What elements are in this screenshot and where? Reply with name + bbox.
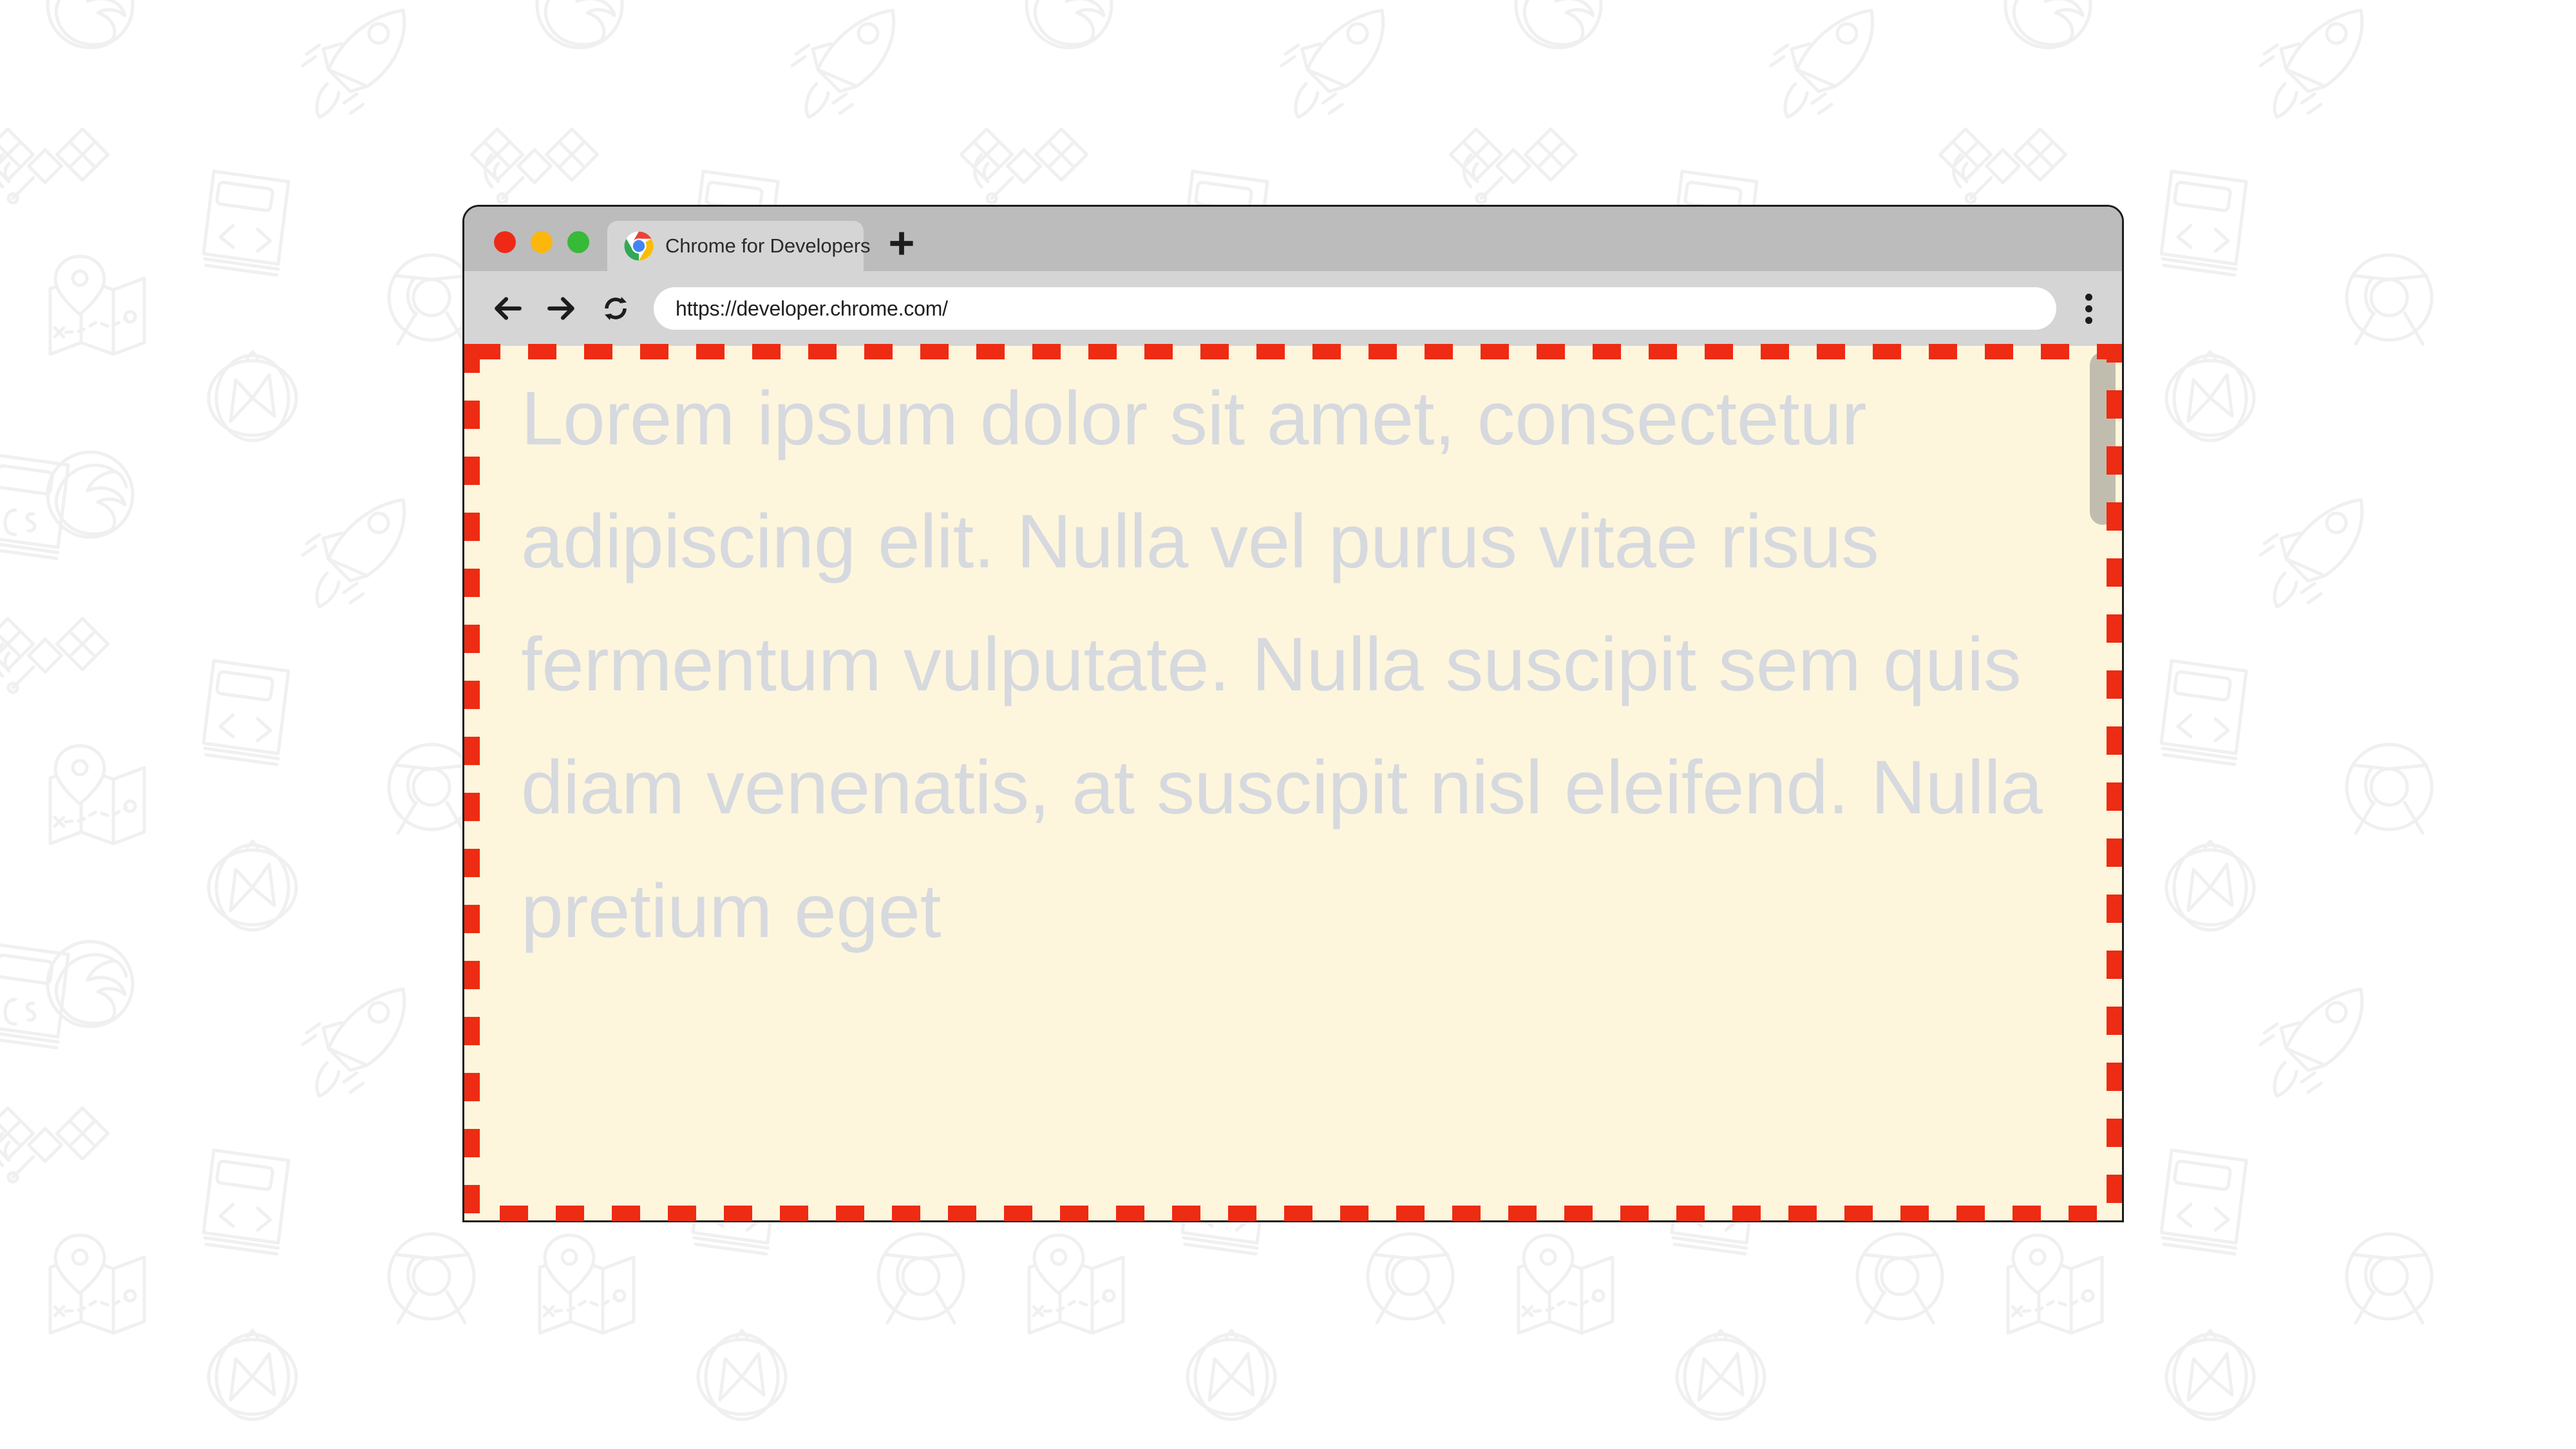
arrow-right-icon (547, 297, 574, 320)
address-bar[interactable]: https://developer.chrome.com/ (654, 287, 2056, 330)
tab-strip: Chrome for Developers (464, 207, 2122, 271)
url-text[interactable]: https://developer.chrome.com/ (676, 297, 948, 321)
kebab-menu-icon[interactable] (2070, 290, 2107, 327)
chrome-logo-icon (624, 231, 654, 261)
page-body-text: Lorem ipsum dolor sit amet, consectetur … (521, 376, 2043, 954)
reload-icon (605, 297, 627, 320)
window-controls (494, 231, 589, 253)
new-tab-button[interactable] (883, 225, 920, 262)
menu-dot (2085, 293, 2092, 301)
reload-button[interactable] (596, 289, 636, 328)
menu-dot (2085, 316, 2092, 324)
browser-window: Chrome for Developers https://developer.… (462, 205, 2124, 1222)
tab-title-label: Chrome for Developers (665, 234, 871, 257)
page-viewport: Lorem ipsum dolor sit amet, consectetur … (464, 346, 2122, 1220)
screenshot-stage: Lorem ipsum dolor sit amet, consectetur … (0, 0, 2576, 1449)
window-bottom-edge (462, 1220, 2124, 1222)
minimize-window-button[interactable] (531, 231, 553, 253)
forward-button[interactable] (542, 289, 582, 328)
tab-chrome-for-developers[interactable]: Chrome for Developers (607, 221, 870, 271)
menu-dot (2085, 305, 2092, 312)
page-surface: Lorem ipsum dolor sit amet, consectetur … (464, 346, 2122, 1220)
browser-toolbar: https://developer.chrome.com/ (464, 271, 2122, 346)
maximize-window-button[interactable] (567, 231, 589, 253)
arrow-left-icon (495, 297, 522, 320)
close-window-button[interactable] (494, 231, 516, 253)
back-button[interactable] (488, 289, 527, 328)
